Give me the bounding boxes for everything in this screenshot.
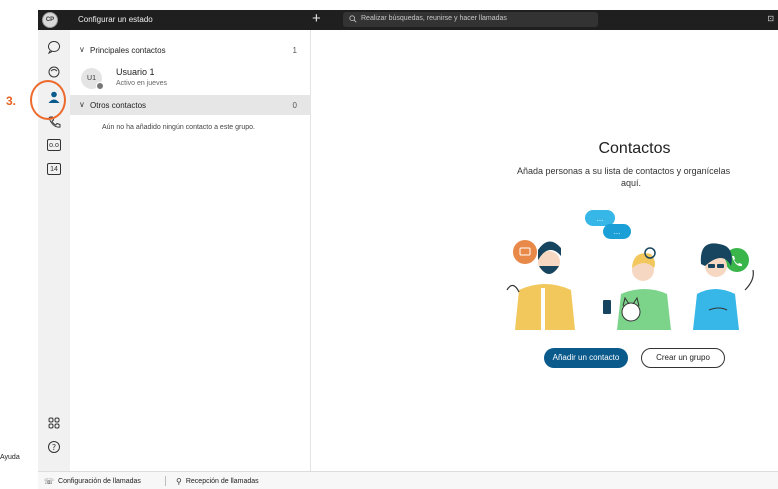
status-divider [165, 476, 166, 486]
contact-status: Activo en jueves [116, 80, 167, 87]
add-contact-button[interactable]: Añadir un contacto [544, 348, 628, 368]
step-annotation-label: 3. [6, 94, 17, 108]
create-group-button[interactable]: Crear un grupo [641, 348, 725, 368]
chevron-down-icon: ∨ [79, 45, 85, 54]
empty-group-note: Aún no ha añadido ningún contacto a este… [102, 124, 255, 131]
search-icon [349, 15, 357, 23]
presence-status-icon [96, 82, 104, 90]
call-settings-icon: ☏ [44, 477, 55, 486]
set-status-button[interactable]: Configurar un estado [78, 15, 153, 24]
description-line-2: aquí. [621, 178, 642, 188]
calendar-icon[interactable]: 14 [44, 160, 64, 178]
call-settings-button[interactable]: ☏ Configuración de llamadas [44, 477, 141, 486]
contact-name: Usuario 1 [116, 67, 155, 77]
search-placeholder: Realizar búsquedas, reunirse y hacer lla… [361, 15, 507, 22]
group-name: Otros contactos [90, 101, 147, 110]
step-annotation-circle [30, 80, 66, 120]
page-title: Contactos [598, 140, 671, 157]
bubble-dots-2: ... [614, 228, 621, 236]
bubble-dots: ... [597, 215, 604, 223]
voicemail-label: o.o [47, 139, 61, 151]
title-bar: CP Configurar un estado + Realizar búsqu… [38, 10, 778, 30]
help-icon[interactable]: ? [44, 438, 64, 456]
messaging-icon[interactable] [44, 38, 64, 56]
help-label[interactable]: Ayuda [0, 454, 26, 461]
apps-icon[interactable] [44, 414, 64, 432]
status-bar: ☏ Configuración de llamadas ⚲ Recepción … [38, 471, 778, 489]
contacts-illustration: ... ... [506, 210, 754, 330]
group-count: 0 [292, 101, 297, 110]
description-line-1: Añada personas a su lista de contactos y… [517, 166, 731, 176]
call-pickup-label: Recepción de llamadas [185, 478, 259, 485]
chevron-down-icon: ∨ [79, 100, 85, 109]
contact-row-usuario-1[interactable]: U1 Usuario 1 Activo en jueves [70, 64, 311, 94]
group-count: 1 [292, 46, 297, 55]
call-settings-label: Configuración de llamadas [58, 478, 141, 485]
svg-text:?: ? [52, 443, 56, 452]
search-input[interactable]: Realizar búsquedas, reunirse y hacer lla… [343, 12, 598, 27]
teams-icon[interactable] [44, 63, 64, 81]
call-pickup-icon: ⚲ [176, 477, 182, 486]
window-menu-icon[interactable]: ⊡ [767, 14, 774, 23]
voicemail-icon[interactable]: o.o [44, 136, 64, 154]
contacts-main-area: Contactos Añada personas a su lista de c… [311, 30, 778, 471]
group-header-otros[interactable]: ∨ Otros contactos 0 [70, 95, 311, 115]
group-name: Principales contactos [90, 46, 166, 55]
group-header-principales[interactable]: ∨ Principales contactos 1 [70, 40, 311, 60]
user-avatar[interactable]: CP [42, 12, 58, 28]
new-action-plus-icon[interactable]: + [312, 11, 321, 27]
calendar-day-label: 14 [47, 163, 61, 175]
contacts-list-panel: ∨ Principales contactos 1 U1 Usuario 1 A… [70, 30, 311, 471]
call-pickup-button[interactable]: ⚲ Recepción de llamadas [176, 477, 259, 486]
